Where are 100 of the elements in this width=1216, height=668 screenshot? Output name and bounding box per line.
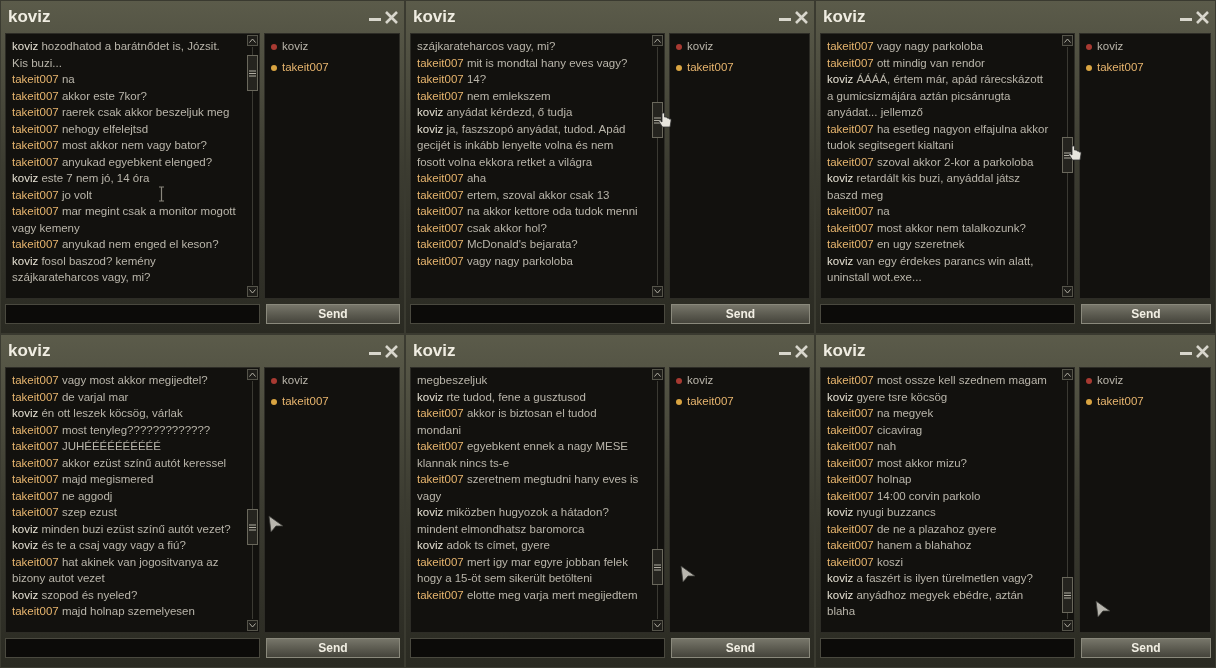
send-button[interactable]: Send [671, 304, 810, 324]
chat-message: koviz hozodhatod a barátnődet is, Józsit. Kis buzi... [12, 39, 221, 71]
scroll-up-icon[interactable] [652, 35, 663, 46]
member-name[interactable]: koviz [687, 372, 714, 390]
chat-message: takeit007 jo volt [12, 187, 92, 203]
chat-message: takeit007 csak akkor hol? [417, 220, 547, 236]
window-title: koviz [822, 340, 866, 363]
window-title: koviz [822, 6, 866, 29]
message-input[interactable] [5, 638, 260, 658]
scroll-thumb[interactable] [652, 549, 663, 585]
chat-message: koviz minden buzi ezüst színű autót vezet? [12, 521, 231, 537]
chat-message: takeit007 de varjal mar [12, 389, 129, 405]
chat-message: koviz van egy érdekes parancs win alatt, uninstall wot.exe... [827, 253, 1035, 285]
hand-cursor-icon [1068, 145, 1082, 163]
close-button[interactable] [1196, 10, 1209, 24]
text-cursor-icon [158, 186, 165, 202]
chat-message: takeit007 na [827, 204, 890, 219]
chat-message: takeit007 most tenyleg????????????? [12, 422, 211, 438]
chat-message: takeit007 en ugy szeretnek [827, 237, 965, 252]
send-button[interactable]: Send [1081, 638, 1211, 658]
chat-message: szájkarateharcos vagy, mi? [417, 39, 556, 54]
chat-message: takeit007 JUHÉÉÉÉÉÉÉÉÉÉ [12, 439, 161, 454]
scroll-up-icon[interactable] [247, 35, 258, 46]
message-input[interactable] [5, 304, 260, 324]
message-input[interactable] [410, 304, 665, 324]
chat-message: megbeszeljuk [417, 373, 488, 388]
member-name[interactable]: koviz [1097, 38, 1124, 56]
member-name[interactable]: koviz [282, 38, 309, 56]
scroll-up-icon[interactable] [247, 369, 258, 380]
scroll-down-icon[interactable] [652, 620, 663, 631]
close-button[interactable] [385, 10, 398, 24]
chat-message: koviz este 7 nem jó, 14 óra [12, 171, 150, 186]
chat-message: takeit007 de ne a plazahoz gyere [827, 521, 997, 537]
pointer-icon [1095, 600, 1111, 618]
message-input[interactable] [820, 304, 1075, 324]
chat-message: takeit007 koszi [827, 554, 904, 570]
chat-message: takeit007 ertem, szoval akkor csak 13 [417, 187, 610, 203]
chat-message: takeit007 anyukad nem enged el keson? [12, 237, 219, 252]
close-button[interactable] [385, 344, 398, 358]
close-button[interactable] [1196, 344, 1209, 358]
chat-message: koviz anyádat kérdezd, ő tudja [417, 105, 573, 120]
send-button[interactable]: Send [266, 638, 400, 658]
window-title: koviz [7, 6, 51, 29]
chat-message: koviz és te a csaj vagy vagy a fiú? [12, 538, 186, 553]
scroll-down-icon[interactable] [1062, 286, 1073, 297]
chat-message: koviz a faszért is ilyen türelmetlen vagy? [827, 571, 1033, 586]
window-title: koviz [412, 6, 456, 29]
chat-message: takeit007 szoval akkor 2-kor a parkoloba [827, 154, 1034, 170]
chat-message: takeit007 McDonald's bejarata? [417, 237, 578, 252]
chat-message: koviz adok ts címet, gyere [417, 538, 550, 553]
send-button[interactable]: Send [1081, 304, 1211, 324]
chat-message: koviz nyugi buzzancs [827, 505, 936, 520]
chat-message: koviz én ott leszek köcsög, várlak [12, 406, 183, 421]
scroll-thumb[interactable] [247, 55, 258, 91]
member-name[interactable]: takeit007 [282, 59, 329, 77]
scroll-up-icon[interactable] [1062, 35, 1073, 46]
member-name[interactable]: koviz [687, 38, 714, 56]
scroll-thumb[interactable] [1062, 577, 1073, 613]
chat-message: takeit007 na [12, 72, 75, 87]
chat-message: takeit007 nah [827, 439, 897, 454]
member-name[interactable]: takeit007 [687, 59, 734, 77]
chat-message: takeit007 cicavirag [827, 422, 923, 438]
close-button[interactable] [795, 10, 808, 24]
scroll-up-icon[interactable] [652, 369, 663, 380]
member-name[interactable]: takeit007 [1097, 393, 1144, 411]
chat-message: takeit007 aha [417, 171, 487, 186]
message-input[interactable] [410, 638, 665, 658]
chat-message: takeit007 most akkor nem vagy bator? [12, 138, 207, 153]
send-button[interactable]: Send [266, 304, 400, 324]
chat-message: takeit007 nem emlekszem [417, 88, 551, 104]
chat-message: takeit007 majd megismered [12, 472, 154, 487]
chat-message: takeit007 ott mindig van rendor [827, 55, 985, 71]
scroll-down-icon[interactable] [247, 286, 258, 297]
chat-message: takeit007 most akkor mizu? [827, 455, 967, 471]
message-input[interactable] [820, 638, 1075, 658]
send-button[interactable]: Send [671, 638, 810, 658]
chat-message: koviz rte tudod, fene a gusztusod [417, 389, 586, 405]
chat-message: takeit007 raerek csak akkor beszeljuk meg [12, 105, 230, 120]
member-name[interactable]: koviz [282, 372, 309, 390]
scroll-thumb[interactable] [247, 509, 258, 545]
scroll-up-icon[interactable] [1062, 369, 1073, 380]
close-button[interactable] [795, 344, 808, 358]
scroll-down-icon[interactable] [1062, 620, 1073, 631]
chat-message: takeit007 vagy nagy parkoloba [827, 39, 984, 54]
member-name[interactable]: takeit007 [1097, 59, 1144, 77]
scroll-down-icon[interactable] [247, 620, 258, 631]
hand-cursor-icon [658, 112, 672, 130]
chat-message: takeit007 na akkor kettore oda tudok menni [417, 204, 638, 219]
chat-message: takeit007 nehogy elfelejtsd [12, 121, 149, 137]
member-name[interactable]: takeit007 [282, 393, 329, 411]
pointer-icon [268, 515, 284, 533]
chat-message: takeit007 majd holnap szemelyesen [12, 604, 195, 619]
chat-message: koviz fosol baszod? kemény szájkarateharcos vagy, mi? [12, 253, 157, 285]
chat-message: takeit007 most ossze kell szednem magam [827, 373, 1047, 388]
member-name[interactable]: takeit007 [687, 393, 734, 411]
member-name[interactable]: koviz [1097, 372, 1124, 390]
scroll-down-icon[interactable] [652, 286, 663, 297]
chat-message: takeit007 hanem a blahahoz [827, 538, 972, 553]
chat-message: koviz szopod és nyeled? [12, 587, 138, 603]
chat-message: takeit007 holnap [827, 472, 912, 487]
